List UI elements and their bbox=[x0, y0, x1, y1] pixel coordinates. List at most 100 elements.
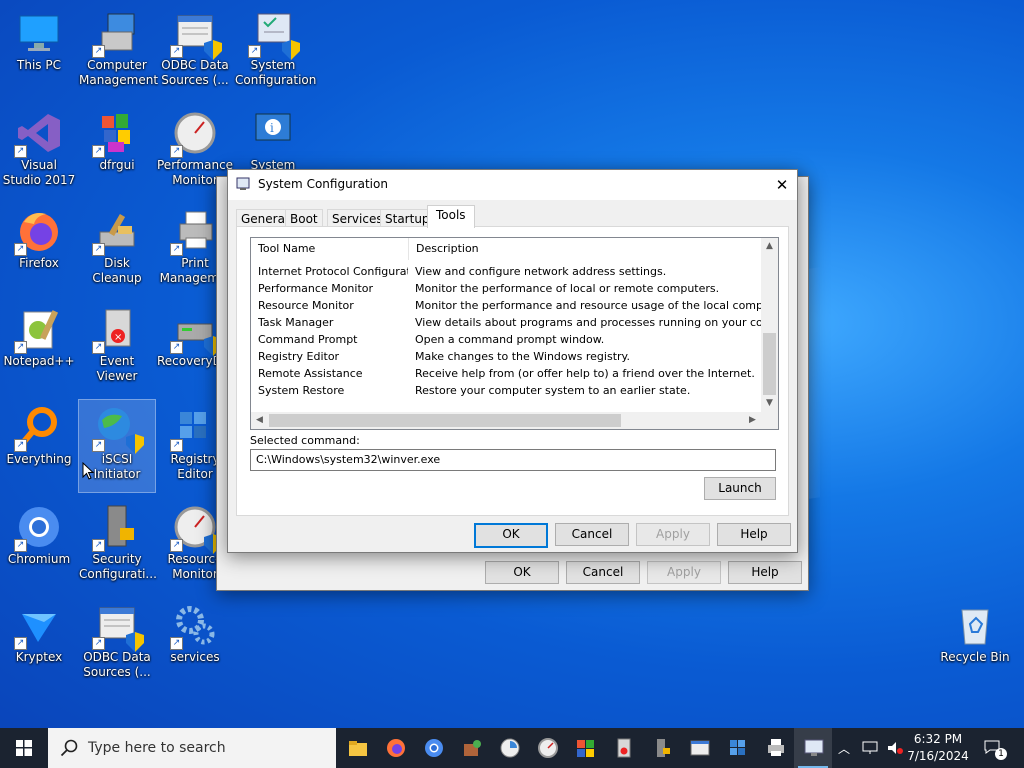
desktop-icon-disk-cleanup[interactable]: ↗ Disk Cleanup bbox=[79, 204, 155, 296]
notification-center[interactable]: 1 bbox=[978, 728, 1018, 768]
cancel-button[interactable]: Cancel bbox=[555, 523, 629, 546]
desktop-icon-kryptex[interactable]: ↗ Kryptex bbox=[1, 598, 77, 690]
taskbar-chromium[interactable] bbox=[414, 728, 452, 768]
scroll-left-icon[interactable]: ◀ bbox=[251, 412, 268, 429]
close-icon[interactable]: ✕ bbox=[767, 170, 797, 200]
globe-icon: ↗ bbox=[92, 404, 144, 454]
launch-button[interactable]: Launch bbox=[704, 477, 776, 500]
chromium-icon bbox=[424, 738, 444, 758]
taskbar-security-config[interactable] bbox=[642, 728, 680, 768]
list-item[interactable]: Remote Assistance Receive help from (or o… bbox=[251, 365, 761, 382]
clock[interactable]: 6:32 PM 7/16/2024 bbox=[905, 731, 971, 765]
desktop-icon-computer-management[interactable]: ↗ Computer Management bbox=[79, 6, 158, 98]
list-item[interactable]: Command Prompt Open a command prompt wind… bbox=[251, 331, 761, 348]
magnifier-icon: ↗ bbox=[14, 404, 62, 452]
recycle-bin-icon bbox=[952, 602, 998, 648]
list-item[interactable]: Performance Monitor Monitor the performan… bbox=[251, 280, 761, 297]
odbc-icon: ↗ bbox=[170, 10, 222, 60]
taskbar-dfrgui[interactable] bbox=[566, 728, 604, 768]
desktop-icon-security-configuration[interactable]: ↗ Security Configurati... bbox=[79, 500, 157, 592]
desktop-icon-firefox[interactable]: ↗ Firefox bbox=[1, 204, 77, 296]
svg-text:i: i bbox=[270, 121, 274, 135]
system-config-icon bbox=[236, 177, 250, 191]
notepad-icon: ↗ bbox=[14, 306, 62, 354]
network-icon[interactable] bbox=[862, 741, 880, 755]
list-item[interactable]: Resource Monitor Monitor the performance … bbox=[251, 297, 761, 314]
desktop-icon-odbc-data-sources[interactable]: ↗ ODBC Data Sources (... bbox=[157, 6, 233, 98]
taskbar-odbc[interactable] bbox=[680, 728, 718, 768]
security-config-icon bbox=[652, 738, 672, 758]
kryptex-icon: ↗ bbox=[14, 602, 62, 650]
start-button[interactable] bbox=[0, 728, 48, 768]
printer-icon bbox=[766, 738, 786, 758]
system-configuration-dialog: System Configuration ✕ General Boot Serv… bbox=[227, 169, 798, 553]
list-item[interactable]: Internet Protocol Configurat... View and … bbox=[251, 263, 761, 280]
desktop-icon-system-configuration[interactable]: ↗ System Configuration bbox=[235, 6, 316, 98]
clock-time: 6:32 PM bbox=[913, 732, 963, 746]
vertical-scroll-thumb[interactable] bbox=[763, 333, 776, 395]
recovery-drive-icon: ↗ bbox=[170, 306, 222, 356]
scroll-right-icon[interactable]: ▶ bbox=[744, 412, 761, 429]
column-header-description[interactable]: Description bbox=[409, 238, 760, 260]
desktop-icon-everything[interactable]: ↗ Everything bbox=[1, 400, 77, 492]
taskbar-event-viewer[interactable] bbox=[604, 728, 642, 768]
clock-date: 7/16/2024 bbox=[907, 749, 969, 763]
taskbar-system-configuration[interactable] bbox=[794, 728, 832, 768]
tab-tools[interactable]: Tools bbox=[427, 205, 475, 228]
scroll-down-icon[interactable]: ▼ bbox=[761, 395, 778, 412]
search-icon bbox=[60, 739, 78, 757]
folder-icon bbox=[348, 738, 368, 758]
monitor-icon bbox=[16, 10, 62, 56]
list-item[interactable]: Registry Editor Make changes to the Windo… bbox=[251, 348, 761, 365]
taskbar-registry-editor[interactable] bbox=[718, 728, 756, 768]
gauge-icon: ↗ bbox=[170, 504, 222, 554]
defrag-icon: ↗ bbox=[92, 110, 140, 158]
horizontal-scroll-thumb[interactable] bbox=[269, 414, 621, 427]
defrag-icon bbox=[576, 738, 596, 758]
horizontal-scrollbar[interactable]: ◀ ▶ bbox=[251, 412, 761, 429]
title-bar[interactable]: System Configuration ✕ bbox=[228, 170, 797, 200]
list-header: Tool Name Description bbox=[251, 238, 761, 260]
taskbar-file-explorer[interactable] bbox=[338, 728, 376, 768]
taskbar-performance-monitor[interactable] bbox=[528, 728, 566, 768]
vertical-scrollbar[interactable]: ▲ ▼ bbox=[761, 238, 778, 412]
event-viewer-icon: × ↗ bbox=[92, 306, 140, 354]
desktop-icon-dfrgui[interactable]: ↗ dfrgui bbox=[79, 106, 155, 198]
back-ok-button[interactable]: OK bbox=[485, 561, 559, 584]
scroll-up-icon[interactable]: ▲ bbox=[761, 238, 778, 255]
taskbar-app-1[interactable] bbox=[452, 728, 490, 768]
list-item[interactable]: Task Manager View details about programs … bbox=[251, 314, 761, 331]
tools-list[interactable]: Tool Name Description Internet Protocol … bbox=[250, 237, 779, 430]
computer-management-icon: ↗ bbox=[92, 10, 140, 58]
taskbar-firefox[interactable] bbox=[376, 728, 414, 768]
security-config-icon: ↗ bbox=[92, 504, 140, 552]
windows-logo-icon bbox=[16, 740, 32, 756]
back-cancel-button[interactable]: Cancel bbox=[566, 561, 640, 584]
volume-muted-icon[interactable] bbox=[886, 740, 904, 756]
desktop-icon-visual-studio[interactable]: ↗ Visual Studio 2017 bbox=[1, 106, 77, 198]
scroll-corner bbox=[761, 412, 778, 429]
system-config-icon bbox=[804, 738, 824, 758]
desktop-icon-chromium[interactable]: ↗ Chromium bbox=[1, 500, 77, 592]
search-box[interactable]: Type here to search bbox=[48, 728, 336, 768]
back-help-button[interactable]: Help bbox=[728, 561, 802, 584]
visual-studio-icon: ↗ bbox=[14, 110, 62, 158]
taskbar-print-management[interactable] bbox=[756, 728, 794, 768]
desktop-icon-this-pc[interactable]: This PC bbox=[1, 6, 77, 98]
chevron-up-icon[interactable]: ︿ bbox=[838, 740, 850, 757]
help-button[interactable]: Help bbox=[717, 523, 791, 546]
column-header-tool-name[interactable]: Tool Name bbox=[251, 238, 409, 260]
desktop-icon-odbc-data-sources-2[interactable]: ↗ ODBC Data Sources (... bbox=[79, 598, 155, 690]
ok-button[interactable]: OK bbox=[474, 523, 548, 548]
desktop-icon-services[interactable]: ↗ services bbox=[157, 598, 233, 690]
desktop-icon-recycle-bin[interactable]: Recycle Bin bbox=[937, 598, 1013, 690]
desktop-icon-event-viewer[interactable]: × ↗ Event Viewer bbox=[79, 302, 155, 394]
registry-icon: ↗ bbox=[170, 404, 218, 452]
clock-icon bbox=[500, 738, 520, 758]
list-item[interactable]: System Restore Restore your computer syst… bbox=[251, 382, 761, 399]
selected-command-field[interactable]: C:\Windows\system32\winver.exe bbox=[250, 449, 776, 471]
tools-panel: Tool Name Description Internet Protocol … bbox=[236, 226, 789, 516]
desktop-icon-notepad-plus[interactable]: ↗ Notepad++ bbox=[1, 302, 77, 394]
event-viewer-icon bbox=[614, 738, 634, 758]
taskbar-app-2[interactable] bbox=[490, 728, 528, 768]
